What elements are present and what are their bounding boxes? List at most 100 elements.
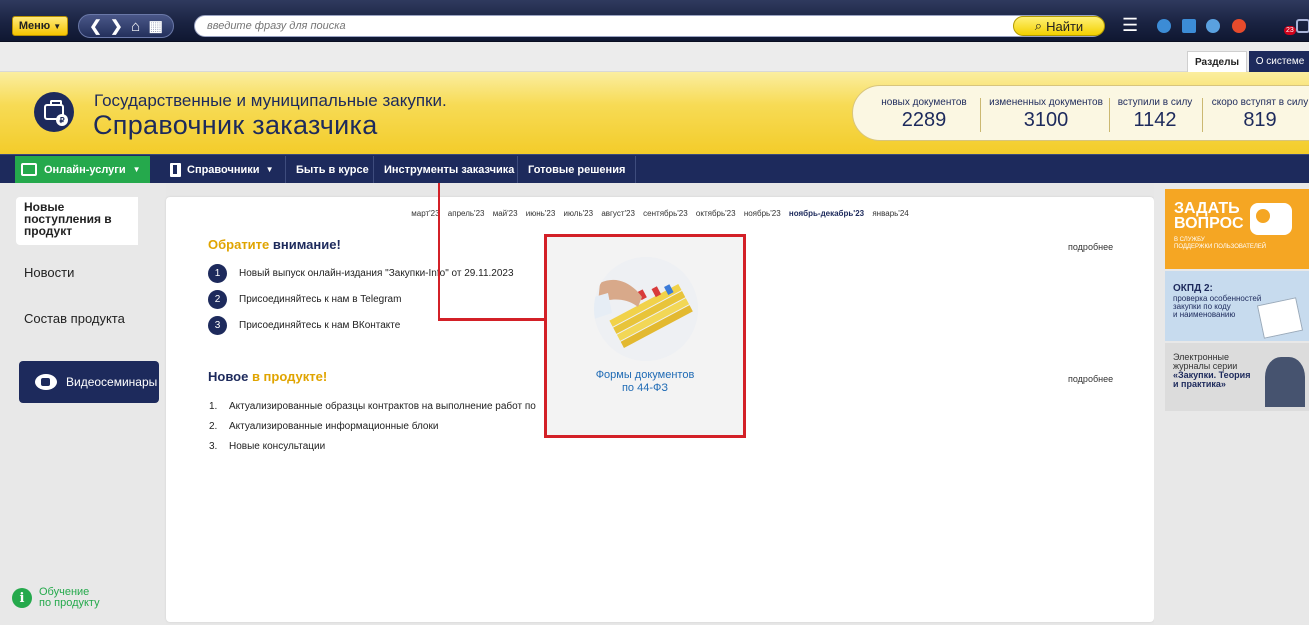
webinars-button[interactable]: Видеосеминары xyxy=(19,361,159,403)
left-sidebar: Новые поступления в продукт Новости Сост… xyxy=(0,183,166,625)
right-promo-column: ЗАДАТЬ ВОПРОС В СЛУЖБУ ПОДДЕРЖКИ ПОЛЬЗОВАТ… xyxy=(1154,183,1309,625)
stat-changed-docs[interactable]: измененных документов 3100 xyxy=(986,97,1106,132)
nav-references[interactable]: Справочники ▼ xyxy=(160,156,286,183)
info-icon: i xyxy=(12,588,32,608)
new-item[interactable]: 2. Актуализированные информационные блоки xyxy=(209,421,438,432)
item-number: 3 xyxy=(208,316,227,335)
new-in-product-heading: Новое в продукте! xyxy=(208,369,328,384)
document-icon xyxy=(1256,297,1304,339)
chat-icon[interactable] xyxy=(1296,19,1309,33)
nav-keep-informed[interactable]: Быть в курсе xyxy=(286,156,374,183)
chevron-down-icon: ▼ xyxy=(53,21,62,31)
nav-references-label: Справочники xyxy=(187,163,260,176)
month-link[interactable]: ноябрь'23 xyxy=(744,209,781,218)
month-link[interactable]: июль'23 xyxy=(564,209,594,218)
tab-sections[interactable]: Разделы xyxy=(1187,51,1247,72)
tab-about[interactable]: О системе xyxy=(1249,51,1309,72)
apps-grid-icon[interactable]: ▦ xyxy=(149,19,163,34)
product-header: ₽ Государственные и муниципальные закупк… xyxy=(0,72,1309,154)
document-stats: новых документов 2289 измененных докумен… xyxy=(852,85,1309,141)
highlight-connector xyxy=(438,183,440,320)
stat-value: 1142 xyxy=(1133,109,1177,131)
attention-item[interactable]: 1 Новый выпуск онлайн-издания "Закупки-I… xyxy=(208,264,514,283)
okpd-banner[interactable]: ОКПД 2: проверка особенностей закупки по … xyxy=(1165,271,1309,341)
notifications-icon[interactable] xyxy=(1232,19,1246,33)
attention-item[interactable]: 2 Присоединяйтесь к нам в Telegram xyxy=(208,290,401,309)
new-item[interactable]: 1. Актуализированные образцы контрактов н… xyxy=(209,401,536,412)
sidebar-item-product[interactable]: Состав продукта xyxy=(24,311,125,326)
nav-online-services[interactable]: Онлайн-услуги ▼ xyxy=(15,156,150,183)
clock-icon[interactable] xyxy=(1206,19,1220,33)
folders-photo xyxy=(594,257,698,361)
month-selector: март'23 апрель'23 май'23 июнь'23 июль'23… xyxy=(166,209,1154,218)
stat-label: измененных документов xyxy=(989,97,1103,108)
document-forms-card[interactable]: Формы документов по 44-ФЗ xyxy=(544,234,746,438)
stat-value: 2289 xyxy=(901,109,947,131)
back-arrow-icon[interactable]: ❮ xyxy=(89,19,102,34)
home-icon[interactable]: ⌂ xyxy=(131,19,140,34)
new-item-text: Новые консультации xyxy=(229,441,326,452)
menu-button[interactable]: Меню ▼ xyxy=(12,16,68,36)
month-link[interactable]: апрель'23 xyxy=(448,209,485,218)
nav-ready-solutions[interactable]: Готовые решения xyxy=(518,156,636,183)
header-subtitle: Государственные и муниципальные закупки. xyxy=(94,91,447,110)
stat-new-docs[interactable]: новых документов 2289 xyxy=(878,97,970,132)
month-link[interactable]: май'23 xyxy=(493,209,518,218)
new-item-text: Актуализированные образцы контрактов на … xyxy=(229,401,536,412)
month-link[interactable]: январь'24 xyxy=(872,209,908,218)
attention-item-text: Присоединяйтесь к нам ВКонтакте xyxy=(239,320,401,331)
chat-bubble-icon xyxy=(1250,203,1292,235)
webinars-label: Видеосеминары xyxy=(66,375,158,389)
video-camera-icon xyxy=(35,374,57,390)
stat-label: новых документов xyxy=(881,97,967,108)
hamburger-menu-icon[interactable]: ☰ xyxy=(1122,16,1138,34)
attention-heading: Обратите внимание! xyxy=(208,237,341,252)
search-input[interactable] xyxy=(195,16,975,36)
document-forms-caption: Формы документов по 44-ФЗ xyxy=(595,369,695,394)
find-button[interactable]: ⌕ Найти xyxy=(1013,16,1105,36)
highlight-connector xyxy=(438,318,544,321)
forward-arrow-icon[interactable]: ❯ xyxy=(110,19,123,34)
month-link[interactable]: сентябрь'23 xyxy=(643,209,688,218)
stat-label: скоро вступят в силу xyxy=(1211,97,1309,108)
journals-description: Электронные журналы серии «Закупки. Теория… xyxy=(1173,352,1251,389)
user-icon[interactable] xyxy=(1157,19,1171,33)
chevron-down-icon: ▼ xyxy=(265,165,274,174)
sidebar-item-news[interactable]: Новости xyxy=(24,265,74,280)
new-item-text: Актуализированные информационные блоки xyxy=(229,421,439,432)
nav-customer-tools[interactable]: Инструменты заказчика xyxy=(374,156,518,183)
stat-label: вступили в силу xyxy=(1117,97,1193,108)
monitor-icon xyxy=(21,163,37,176)
month-link[interactable]: июнь'23 xyxy=(526,209,555,218)
find-label: Найти xyxy=(1046,18,1084,34)
stat-value: 819 xyxy=(1243,109,1277,131)
month-link[interactable]: октябрь'23 xyxy=(696,209,736,218)
notification-badge: 23 xyxy=(1284,26,1296,35)
search-bar xyxy=(194,15,1104,37)
new-more-link[interactable]: подробнее xyxy=(1068,374,1113,384)
okpd-description: проверка особенностей закупки по коду и на… xyxy=(1173,294,1262,319)
top-toolbar: Меню ▼ ❮ ❯ ⌂ ▦ ⌕ Найти ☰ 23 xyxy=(0,0,1309,42)
stat-soon-in-force[interactable]: скоро вступят в силу 819 xyxy=(1208,97,1309,132)
section-tabs-row: Разделы О системе xyxy=(0,42,1309,72)
new-item[interactable]: 3. Новые консультации xyxy=(209,441,325,452)
chevron-down-icon: ▼ xyxy=(132,165,141,174)
ask-question-banner[interactable]: ЗАДАТЬ ВОПРОС В СЛУЖБУ ПОДДЕРЖКИ ПОЛЬЗОВАТ… xyxy=(1165,189,1309,269)
stat-in-force[interactable]: вступили в силу 1142 xyxy=(1115,97,1195,132)
sidebar-item-new-arrivals[interactable]: Новые поступления в продукт xyxy=(16,197,138,245)
nav-online-label: Онлайн-услуги xyxy=(44,163,126,176)
product-training-link[interactable]: i Обучение по продукту xyxy=(12,587,100,609)
attention-item-text: Присоединяйтесь к нам в Telegram xyxy=(239,294,402,305)
attention-item[interactable]: 3 Присоединяйтесь к нам ВКонтакте xyxy=(208,316,400,335)
month-link-current[interactable]: ноябрь-декабрь'23 xyxy=(789,209,864,218)
month-link[interactable]: август'23 xyxy=(601,209,635,218)
attention-more-link[interactable]: подробнее xyxy=(1068,242,1113,252)
item-number: 1 xyxy=(208,264,227,283)
journals-banner[interactable]: Электронные журналы серии «Закупки. Теория… xyxy=(1165,343,1309,411)
month-link[interactable]: март'23 xyxy=(411,209,439,218)
okpd-title: ОКПД 2: xyxy=(1173,283,1213,294)
ask-question-title: ЗАДАТЬ ВОПРОС xyxy=(1174,200,1244,232)
folder-icon[interactable] xyxy=(1182,19,1196,33)
search-icon: ⌕ xyxy=(1034,18,1043,33)
header-title: Справочник заказчика xyxy=(93,110,378,140)
